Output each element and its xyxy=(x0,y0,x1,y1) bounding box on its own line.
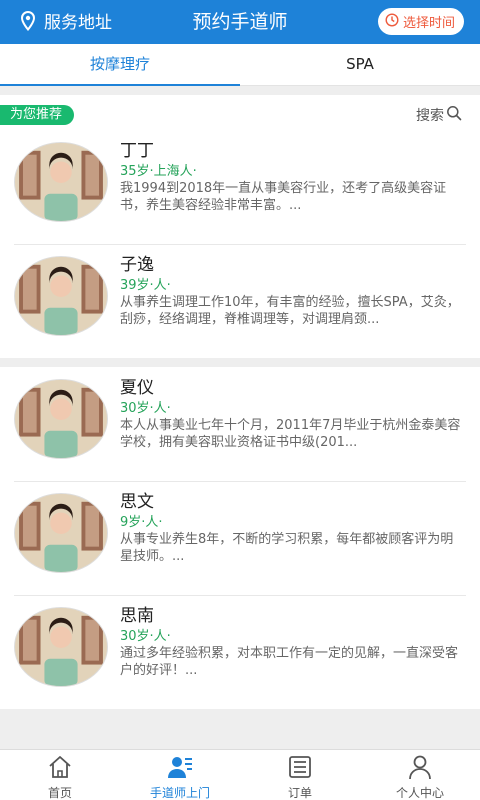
bottom-nav: 首页 手道师上门 订单 个人中心 xyxy=(0,749,480,800)
therapist-avatar xyxy=(14,493,108,573)
therapist-description: 从事专业养生8年，不断的学习积累，每年都被顾客评为明星技师。... xyxy=(120,532,454,564)
tab-massage-therapy[interactable]: 按摩理疗 xyxy=(0,44,240,86)
therapist-card[interactable]: 夏仪 30岁·人· 本人从事美业七年十个月，2011年7月毕业于杭州金泰美容学校… xyxy=(0,367,480,481)
nav-home-label: 首页 xyxy=(47,786,72,800)
section-divider xyxy=(0,86,480,95)
therapist-name: 夏仪 xyxy=(120,378,154,398)
therapist-description: 本人从事美业七年十个月，2011年7月毕业于杭州金泰美容学校，拥有美容职业资格证… xyxy=(120,418,461,450)
user-profile-icon xyxy=(407,754,433,784)
therapist-name: 丁丁 xyxy=(120,141,154,161)
list-footer-gap xyxy=(0,709,480,749)
therapist-name: 思文 xyxy=(120,492,154,512)
nav-therapist-visit[interactable]: 手道师上门 xyxy=(120,750,240,800)
recommend-badge: 为您推荐 xyxy=(0,105,75,125)
therapist-list: 夏仪 30岁·人· 本人从事美业七年十个月，2011年7月毕业于杭州金泰美容学校… xyxy=(0,367,480,709)
nav-orders[interactable]: 订单 xyxy=(240,750,360,800)
search-icon xyxy=(444,105,462,125)
nav-home[interactable]: 首页 xyxy=(0,750,120,800)
therapist-card[interactable]: 子逸 39岁·人· 从事养生调理工作10年，有丰富的经验，擅长SPA，艾灸，刮痧… xyxy=(0,244,480,358)
nav-profile[interactable]: 个人中心 xyxy=(360,750,480,800)
select-time-label: 选择时间 xyxy=(402,16,455,31)
tab-spa[interactable]: SPA xyxy=(240,44,480,85)
order-list-icon xyxy=(287,754,313,784)
therapist-card[interactable]: 思文 9岁·人· 从事专业养生8年，不断的学习积累，每年都被顾客评为明星技师。.… xyxy=(0,481,480,595)
location-pin-icon xyxy=(20,10,36,35)
therapist-card[interactable]: 丁丁 35岁·上海人· 我1994到2018年一直从事美容行业，还考了高级美容证… xyxy=(0,130,480,244)
therapist-avatar xyxy=(14,142,108,222)
recommend-bar: 为您推荐 搜索 xyxy=(0,95,480,130)
therapist-avatar xyxy=(14,256,108,336)
search-button[interactable]: 搜索 xyxy=(416,105,462,125)
search-label: 搜索 xyxy=(416,108,444,124)
service-address-selector[interactable]: 服务地址 xyxy=(20,10,112,35)
nav-orders-label: 订单 xyxy=(287,786,312,800)
app-header: 服务地址 预约手道师 选择时间 xyxy=(0,0,480,44)
clock-icon xyxy=(385,12,399,31)
service-tabs: 按摩理疗 SPA xyxy=(0,44,480,86)
therapist-list: 丁丁 35岁·上海人· 我1994到2018年一直从事美容行业，还考了高级美容证… xyxy=(0,130,480,358)
therapist-description: 通过多年经验积累，对本职工作有一定的见解，一直深受客户的好评！... xyxy=(120,646,459,678)
therapist-visit-icon xyxy=(167,754,193,784)
therapist-description: 我1994到2018年一直从事美容行业，还考了高级美容证书，养生美容经验非常丰富… xyxy=(120,181,447,213)
select-time-button[interactable]: 选择时间 xyxy=(377,8,464,35)
nav-therapist-visit-label: 手道师上门 xyxy=(149,786,210,800)
nav-profile-label: 个人中心 xyxy=(395,786,444,800)
section-divider xyxy=(0,358,480,367)
therapist-name: 思南 xyxy=(120,606,154,626)
therapist-description: 从事养生调理工作10年，有丰富的经验，擅长SPA，艾灸，刮痧，经络调理，脊椎调理… xyxy=(120,295,460,327)
home-icon xyxy=(47,754,73,784)
therapist-meta: 30岁·人· xyxy=(120,629,171,644)
therapist-card[interactable]: 思南 30岁·人· 通过多年经验积累，对本职工作有一定的见解，一直深受客户的好评… xyxy=(0,595,480,709)
therapist-avatar xyxy=(14,607,108,687)
therapist-meta: 9岁·人· xyxy=(120,515,163,530)
therapist-name: 子逸 xyxy=(120,255,154,275)
service-address-label: 服务地址 xyxy=(44,13,112,33)
therapist-meta: 35岁·上海人· xyxy=(120,164,197,179)
therapist-meta: 39岁·人· xyxy=(120,278,171,293)
therapist-avatar xyxy=(14,379,108,459)
therapist-meta: 30岁·人· xyxy=(120,401,171,416)
